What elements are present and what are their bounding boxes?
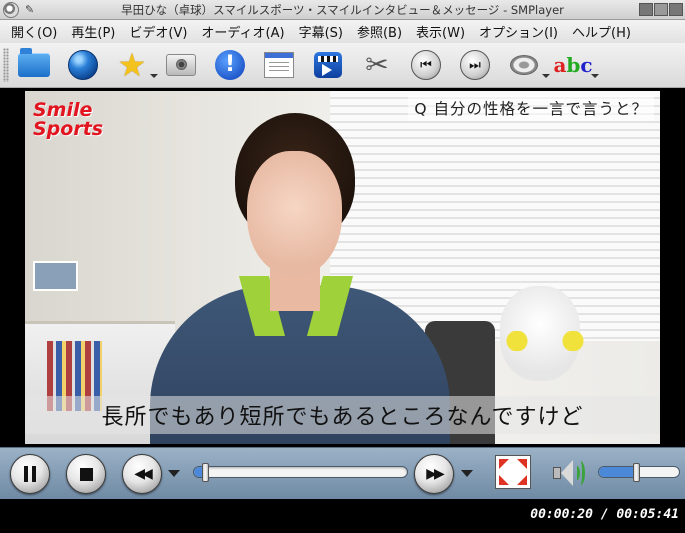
- info-icon: !: [215, 50, 245, 80]
- speaker-icon: [553, 467, 561, 479]
- speaker-icon-wave: [576, 461, 585, 485]
- open-url-button[interactable]: [66, 48, 100, 82]
- pause-button[interactable]: [10, 454, 50, 494]
- dropdown-arrow-icon[interactable]: [150, 74, 158, 78]
- rewind-button[interactable]: ◀◀: [122, 454, 162, 494]
- menu-video[interactable]: ビデオ(V): [122, 22, 194, 41]
- fullscreen-button[interactable]: [495, 455, 531, 489]
- status-bar: 00:00:20 / 00:05:41: [0, 499, 685, 533]
- previous-button[interactable]: ⏮: [409, 48, 443, 82]
- volume-slider[interactable]: [598, 463, 680, 482]
- open-file-button[interactable]: [17, 48, 51, 82]
- video-button[interactable]: [311, 48, 345, 82]
- playlist-button[interactable]: [262, 48, 296, 82]
- globe-icon: [68, 50, 98, 80]
- pause-icon: [24, 466, 36, 482]
- dropdown-arrow-icon[interactable]: [591, 74, 599, 78]
- forward-button[interactable]: ▶▶: [414, 454, 454, 494]
- screenshot-icon: [166, 54, 196, 76]
- next-icon: ⏭: [460, 50, 490, 80]
- menu-view[interactable]: 表示(W): [409, 22, 472, 41]
- title-bar: ✎ 早田ひな（卓球）スマイルスポーツ・スマイルインタビュー＆メッセージ - SM…: [0, 0, 685, 20]
- subtitle-track-button[interactable]: abc: [553, 48, 599, 82]
- toolbar: ★ ! ✂ ⏮ ⏭ abc: [0, 43, 685, 88]
- forward-icon: ▶▶: [426, 466, 444, 482]
- minimize-button[interactable]: [639, 3, 653, 16]
- smile-sports-logo: Smile Sports: [33, 99, 104, 140]
- fullscreen-icon-part: [499, 475, 509, 485]
- menu-options[interactable]: オプション(I): [472, 22, 565, 41]
- stop-button[interactable]: [66, 454, 106, 494]
- stop-icon: [79, 467, 93, 481]
- menu-subtitles[interactable]: 字幕(S): [292, 22, 350, 41]
- menu-help[interactable]: ヘルプ(H): [565, 22, 638, 41]
- question-caption: Q 自分の性格を一言で言うと？: [408, 95, 654, 121]
- rewind-dropdown-icon[interactable]: [168, 470, 180, 477]
- video-frame[interactable]: Smile Sports Q 自分の性格を一言で言うと？ 長所でもあり短所でもあ…: [25, 91, 660, 444]
- time-display: 00:00:20 / 00:05:41: [530, 507, 679, 522]
- close-button[interactable]: [669, 3, 683, 16]
- menu-play[interactable]: 再生(P): [64, 22, 122, 41]
- fullscreen-icon-part: [517, 459, 527, 469]
- subtitle-icon: abc: [553, 53, 593, 77]
- volume-level: [599, 467, 638, 477]
- favorites-button[interactable]: ★: [115, 46, 158, 84]
- menu-audio[interactable]: オーディオ(A): [194, 22, 291, 41]
- preferences-button[interactable]: ✂: [360, 48, 394, 82]
- rewind-icon: ◀◀: [134, 466, 152, 482]
- menu-browse[interactable]: 参照(B): [350, 22, 409, 41]
- next-button[interactable]: ⏭: [458, 48, 492, 82]
- video-icon: [314, 52, 342, 78]
- info-button[interactable]: !: [213, 48, 247, 82]
- mute-button[interactable]: [550, 458, 586, 488]
- screenshot-button[interactable]: [164, 48, 198, 82]
- window-title: 早田ひな（卓球）スマイルスポーツ・スマイルインタビュー＆メッセージ - SMPl…: [121, 3, 564, 17]
- audio-icon: [510, 55, 538, 75]
- video-panel[interactable]: Smile Sports Q 自分の性格を一言で言うと？ 長所でもあり短所でもあ…: [0, 88, 685, 447]
- forward-dropdown-icon[interactable]: [461, 470, 473, 477]
- mascot-pompoms: [505, 331, 585, 351]
- speaker-icon-cone: [561, 460, 573, 486]
- seek-bar[interactable]: [193, 463, 408, 482]
- dropdown-arrow-icon[interactable]: [542, 74, 550, 78]
- person-face: [247, 151, 342, 276]
- previous-icon: ⏮: [411, 50, 441, 80]
- window-controls: [639, 3, 683, 16]
- menu-bar: 開く(O) 再生(P) ビデオ(V) オーディオ(A) 字幕(S) 参照(B) …: [0, 20, 685, 43]
- folder-icon: [18, 48, 50, 77]
- star-icon: ★: [117, 46, 147, 84]
- subtitle-text: 長所でもあり短所でもあるところなんですけど: [25, 396, 660, 434]
- fullscreen-icon-part: [517, 475, 527, 485]
- playlist-icon: [264, 52, 294, 78]
- toolbar-grip[interactable]: [3, 48, 9, 82]
- maximize-button[interactable]: [654, 3, 668, 16]
- seek-bar-handle[interactable]: [202, 463, 210, 482]
- menu-open[interactable]: 開く(O): [4, 22, 64, 41]
- audio-track-button[interactable]: [507, 48, 550, 82]
- background-poster: [33, 261, 78, 291]
- preferences-icon: ✂: [365, 48, 389, 81]
- fullscreen-icon: [499, 459, 509, 469]
- volume-handle[interactable]: [632, 463, 640, 482]
